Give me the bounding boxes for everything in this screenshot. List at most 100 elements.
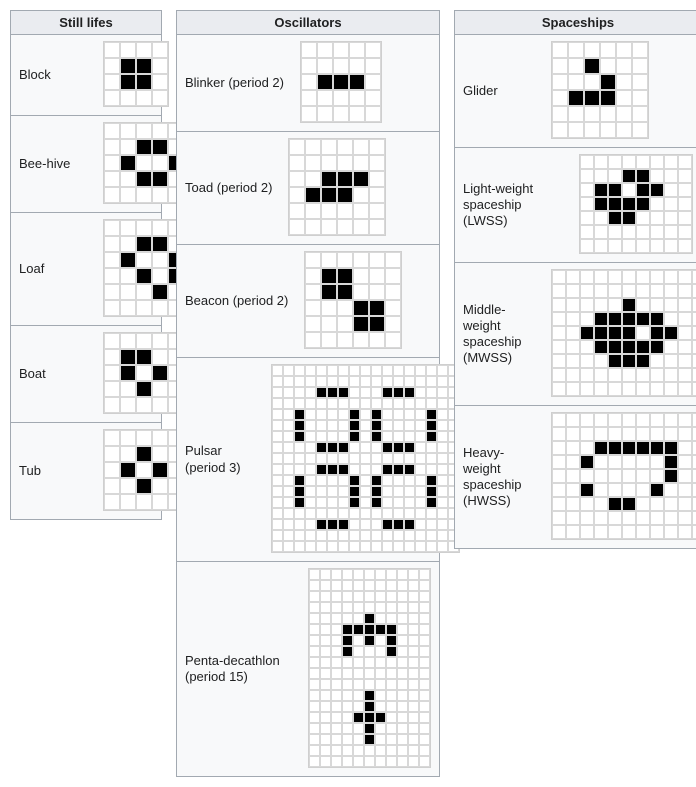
cell-dead — [375, 569, 386, 580]
cell-dead — [120, 90, 136, 106]
pattern-label: Tub — [11, 457, 95, 485]
cell-dead — [636, 211, 650, 225]
cell-dead — [338, 541, 349, 552]
cell-dead — [616, 122, 632, 138]
cell-dead — [364, 602, 375, 613]
cell-dead — [305, 442, 316, 453]
cell-dead — [272, 486, 283, 497]
cell-dead — [331, 580, 342, 591]
cell-dead — [120, 236, 136, 252]
cell-alive — [353, 624, 364, 635]
cell-alive — [375, 712, 386, 723]
cell-dead — [552, 497, 566, 511]
cell-dead — [419, 701, 430, 712]
cell-alive — [608, 441, 622, 455]
cell-dead — [580, 427, 594, 441]
cell-dead — [415, 541, 426, 552]
cell-alive — [327, 464, 338, 475]
cell-dead — [338, 508, 349, 519]
cell-dead — [678, 239, 692, 253]
cell-dead — [104, 333, 120, 349]
cell-dead — [305, 519, 316, 530]
column-still-lifes: Still lifesBlockBee-hiveLoafBoatTub — [10, 10, 162, 520]
cell-dead — [338, 486, 349, 497]
cell-dead — [552, 427, 566, 441]
cell-alive — [136, 446, 152, 462]
cell-dead — [320, 668, 331, 679]
cell-dead — [650, 354, 664, 368]
cell-dead — [584, 106, 600, 122]
cell-dead — [568, 106, 584, 122]
cell-dead — [309, 569, 320, 580]
cell-dead — [566, 511, 580, 525]
cell-dead — [650, 284, 664, 298]
cell-dead — [272, 387, 283, 398]
pattern-row: Tub — [11, 423, 161, 519]
cell-dead — [360, 442, 371, 453]
cell-dead — [650, 511, 664, 525]
cell-dead — [316, 530, 327, 541]
cell-dead — [120, 494, 136, 510]
cell-dead — [104, 42, 120, 58]
cell-dead — [419, 756, 430, 767]
cell-dead — [289, 203, 305, 219]
cell-dead — [382, 420, 393, 431]
cell-dead — [568, 122, 584, 138]
cell-alive — [152, 284, 168, 300]
cell-dead — [136, 187, 152, 203]
cell-dead — [608, 483, 622, 497]
cell-dead — [272, 442, 283, 453]
cell-dead — [136, 430, 152, 446]
cell-dead — [353, 580, 364, 591]
cell-alive — [650, 326, 664, 340]
cell-alive — [337, 171, 353, 187]
cell-dead — [566, 326, 580, 340]
pattern-label: Pulsar (period 3) — [177, 437, 263, 482]
cell-alive — [136, 171, 152, 187]
cell-dead — [408, 657, 419, 668]
cell-dead — [294, 376, 305, 387]
cell-dead — [616, 58, 632, 74]
cell-dead — [283, 365, 294, 376]
cell-dead — [678, 197, 692, 211]
cell-dead — [415, 409, 426, 420]
cell-dead — [566, 455, 580, 469]
cell-dead — [120, 381, 136, 397]
cell-dead — [382, 431, 393, 442]
cell-dead — [415, 420, 426, 431]
cell-dead — [320, 624, 331, 635]
cell-dead — [375, 657, 386, 668]
cell-dead — [385, 316, 401, 332]
cell-alive — [120, 155, 136, 171]
cell-dead — [408, 745, 419, 756]
pattern-row: Glider — [455, 35, 696, 148]
cell-alive — [393, 464, 404, 475]
cell-alive — [349, 420, 360, 431]
cell-dead — [594, 382, 608, 396]
cell-dead — [327, 486, 338, 497]
cell-dead — [305, 497, 316, 508]
cell-dead — [552, 413, 566, 427]
pattern-row: Boat — [11, 326, 161, 423]
cell-dead — [437, 541, 448, 552]
cell-dead — [327, 409, 338, 420]
cell-dead — [136, 397, 152, 413]
cell-dead — [353, 569, 364, 580]
cell-dead — [622, 511, 636, 525]
cell-dead — [678, 413, 692, 427]
cell-dead — [360, 541, 371, 552]
cell-dead — [408, 602, 419, 613]
cell-dead — [552, 284, 566, 298]
cell-alive — [393, 519, 404, 530]
cell-alive — [294, 486, 305, 497]
cell-dead — [283, 486, 294, 497]
cell-dead — [397, 668, 408, 679]
cell-dead — [636, 511, 650, 525]
cell-alive — [152, 236, 168, 252]
cell-dead — [152, 494, 168, 510]
cell-alive — [364, 712, 375, 723]
cell-dead — [552, 42, 568, 58]
cell-dead — [678, 511, 692, 525]
cell-dead — [678, 225, 692, 239]
cell-dead — [305, 376, 316, 387]
